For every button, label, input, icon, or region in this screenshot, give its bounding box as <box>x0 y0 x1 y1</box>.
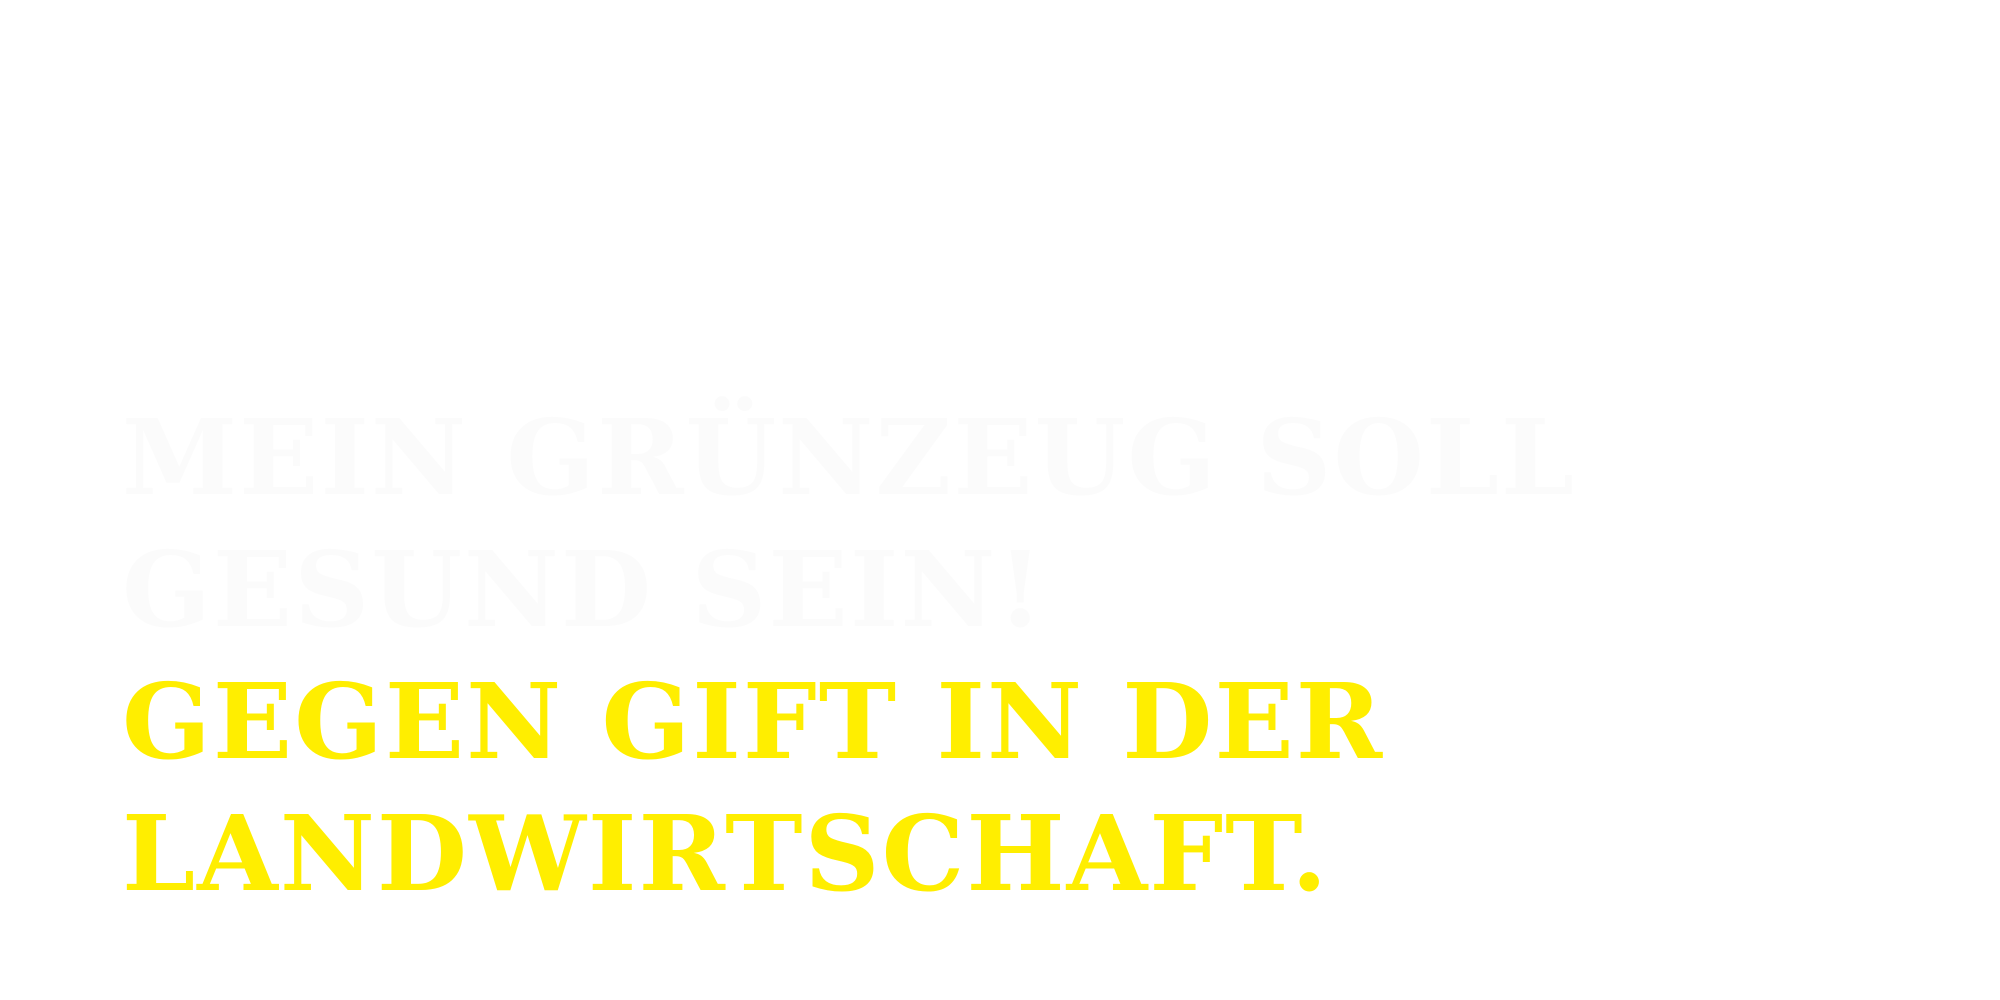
headline-line-2: GESUND SEIN! <box>122 528 1046 651</box>
headline: MEIN GRÜNZEUG SOLL GESUND SEIN! GEGEN GI… <box>122 392 1722 920</box>
headline-line-4: LANDWIRTSCHAFT. <box>122 792 1330 915</box>
headline-line-1: MEIN GRÜNZEUG SOLL <box>122 396 1577 519</box>
headline-line-3: GEGEN GIFT IN DER <box>122 660 1385 783</box>
page: MEIN GRÜNZEUG SOLL GESUND SEIN! GEGEN GI… <box>0 0 2000 1000</box>
